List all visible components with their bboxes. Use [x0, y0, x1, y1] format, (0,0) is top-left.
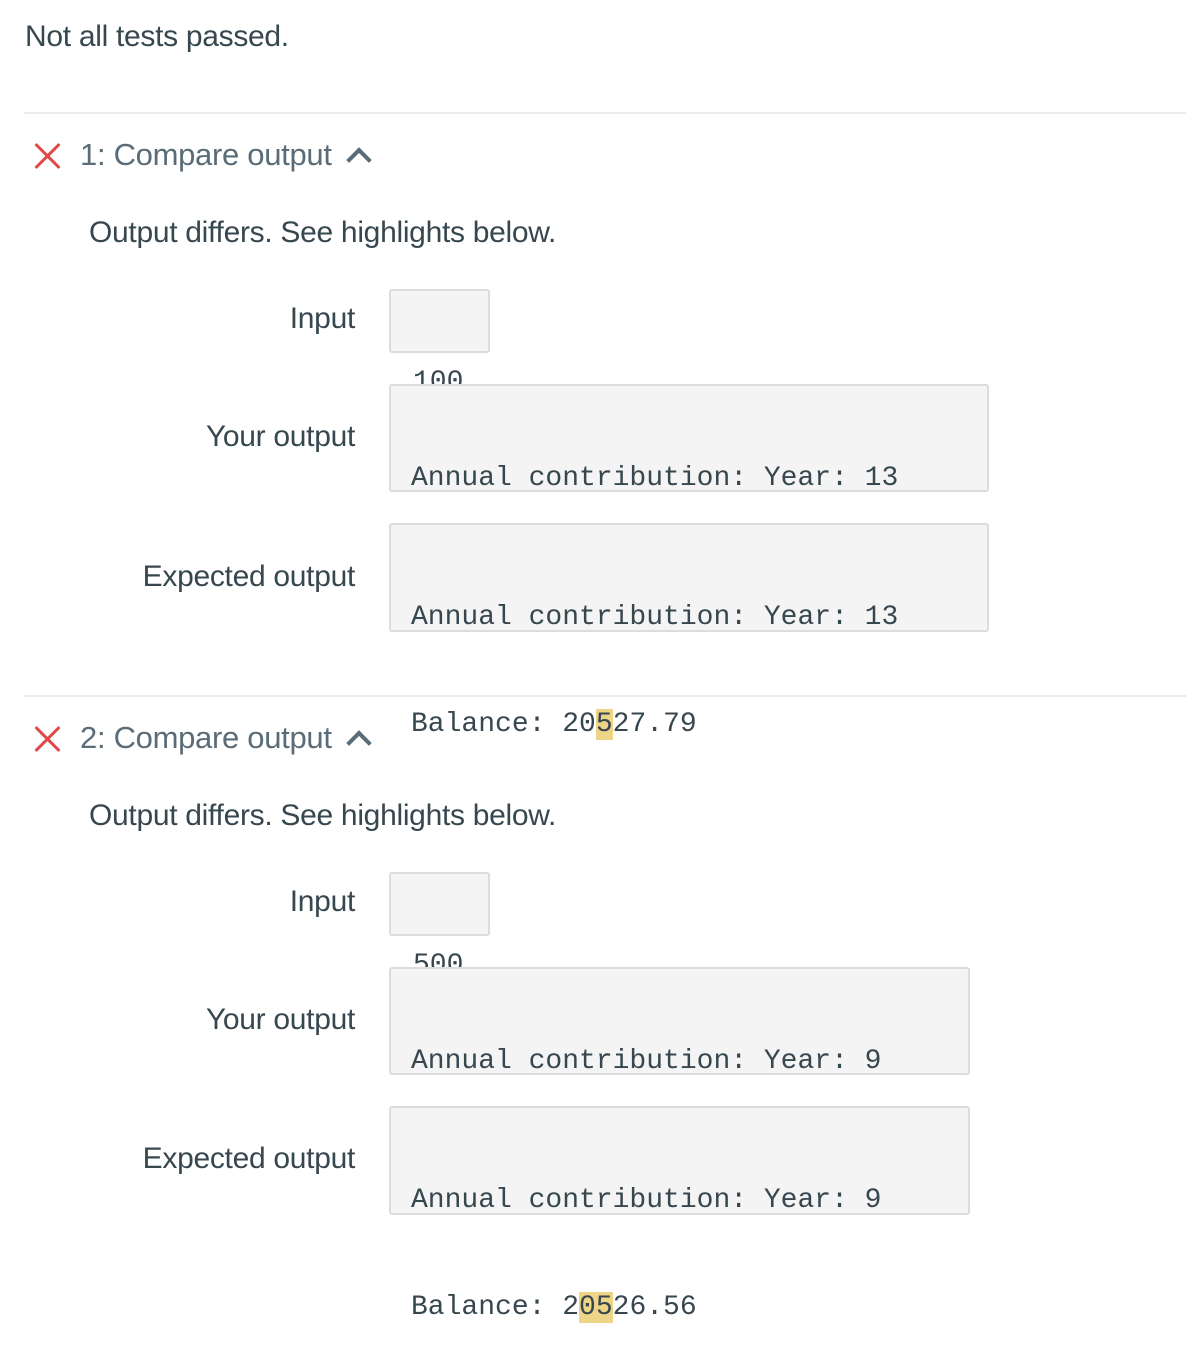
output-line: Annual contribution: Year: 9	[411, 1185, 882, 1216]
divider	[24, 695, 1186, 697]
input-label: Input	[289, 302, 356, 335]
test-2-your-output-box: Annual contribution: Year: 9 Balance: 21…	[389, 967, 970, 1184]
divider	[24, 112, 1186, 114]
test-2-expected-output-box: Annual contribution: Year: 9 Balance: 20…	[389, 1106, 970, 1323]
test-1-title: 1: Compare output	[80, 137, 332, 172]
output-text: 27.79	[612, 709, 697, 740]
fail-x-icon	[32, 722, 64, 754]
test-2-input-box: 500	[389, 872, 490, 981]
output-text: Balance: 20	[411, 709, 596, 740]
output-line: Balance: 20526.56	[411, 1285, 948, 1330]
chevron-up-icon[interactable]	[345, 147, 372, 173]
test-1-message: Output differs. See highlights below.	[89, 216, 556, 249]
test-1-your-output-box: Annual contribution: Year: 13 Balance: 2…	[389, 384, 989, 601]
fail-x-icon	[32, 139, 64, 171]
test-1-input-box: 100	[389, 289, 490, 398]
test-2-title: 2: Compare output	[80, 720, 332, 755]
output-line: Annual contribution: Year: 13	[411, 602, 899, 633]
test-2-message: Output differs. See highlights below.	[89, 799, 556, 832]
output-text: 26.56	[612, 1292, 697, 1323]
output-text: Balance: 2	[411, 1292, 580, 1323]
input-label: Input	[289, 885, 356, 918]
diff-highlight: 05	[579, 1292, 613, 1323]
test-1-header-toggle[interactable]: 1: Compare output	[32, 137, 372, 173]
diff-highlight: 5	[595, 709, 613, 740]
test-status-message: Not all tests passed.	[25, 20, 289, 53]
chevron-up-icon[interactable]	[345, 730, 372, 756]
output-line: Annual contribution: Year: 9	[411, 1046, 882, 1077]
output-line: Annual contribution: Year: 13	[411, 463, 899, 494]
your-output-label: Your output	[205, 420, 355, 453]
output-line: Balance: 20527.79	[411, 702, 967, 747]
your-output-label: Your output	[205, 1003, 355, 1036]
expected-output-label: Expected output	[142, 1142, 356, 1175]
test-2-header-toggle[interactable]: 2: Compare output	[32, 720, 372, 756]
expected-output-label: Expected output	[142, 560, 356, 593]
test-1-expected-output-box: Annual contribution: Year: 13 Balance: 2…	[389, 523, 989, 740]
